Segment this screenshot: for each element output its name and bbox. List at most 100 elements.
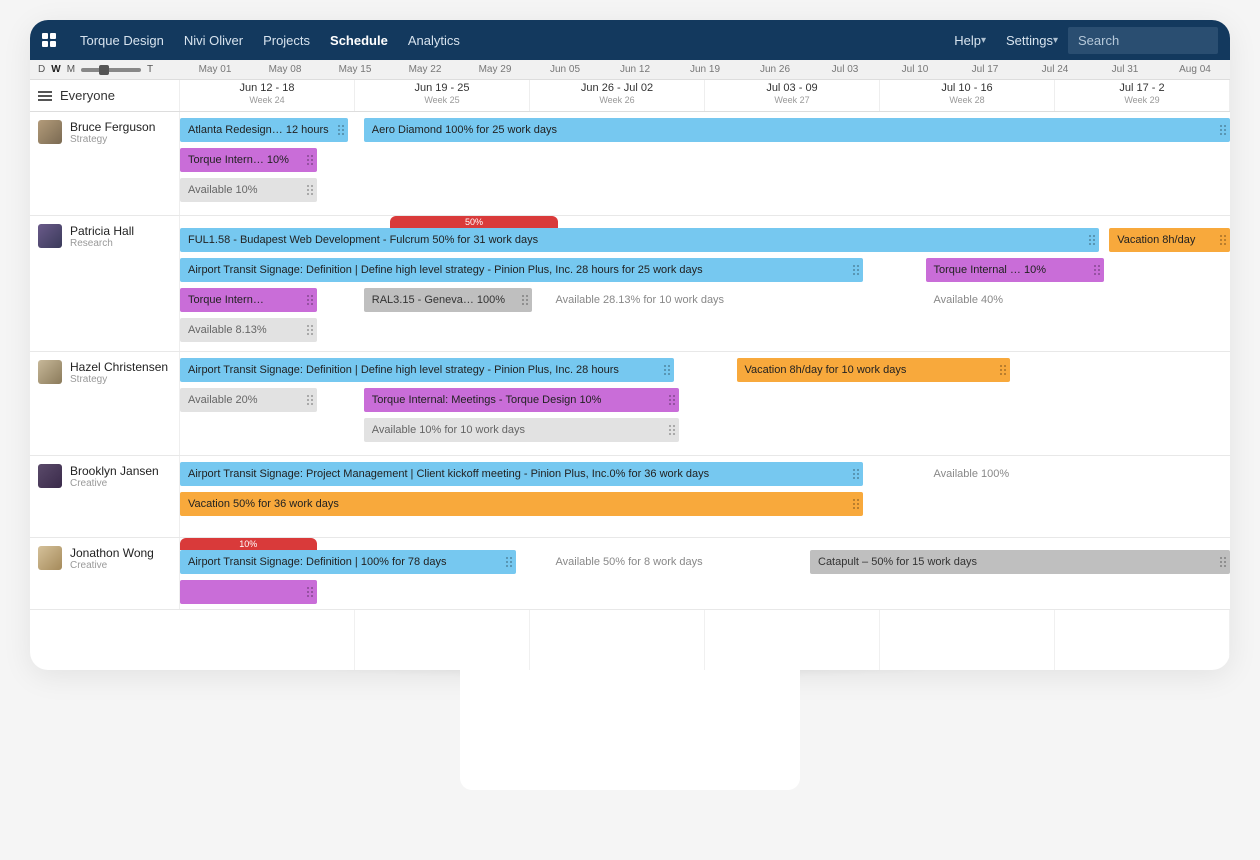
top-nav: Torque Design Nivi Oliver Projects Sched…	[30, 20, 1230, 60]
view-month[interactable]: M	[67, 64, 75, 75]
nav-settings[interactable]: Settings	[996, 20, 1068, 60]
schedule-bar[interactable]	[180, 580, 317, 604]
zoom-handle[interactable]	[99, 65, 109, 75]
month-tick: May 08	[250, 64, 320, 75]
schedule-bar[interactable]: Available 10% for 10 work days	[364, 418, 679, 442]
person-row: Brooklyn JansenCreativeAirport Transit S…	[30, 456, 1230, 538]
schedule-bar[interactable]: Atlanta Redesign… 12 hours	[180, 118, 348, 142]
schedule-bar[interactable]: Vacation 8h/day	[1109, 228, 1230, 252]
person-sidebar[interactable]: Jonathon WongCreative	[30, 538, 180, 609]
drag-grip-icon[interactable]	[307, 155, 313, 165]
person-name: Brooklyn Jansen	[70, 464, 159, 478]
schedule-bar[interactable]: Vacation 50% for 36 work days	[180, 492, 863, 516]
week-cell[interactable]: Jun 12 - 18Week 24	[180, 80, 355, 111]
filter-label: Everyone	[60, 88, 115, 103]
drag-grip-icon[interactable]	[307, 325, 313, 335]
drag-grip-icon[interactable]	[307, 587, 313, 597]
search-input[interactable]	[1068, 27, 1218, 54]
month-tick: Jul 17	[950, 64, 1020, 75]
nav-user[interactable]: Nivi Oliver	[174, 20, 253, 60]
timeline-month-strip: D W M T May 01May 08May 15May 22May 29Ju…	[30, 60, 1230, 80]
drag-grip-icon[interactable]	[307, 295, 313, 305]
schedule-bar[interactable]: Catapult – 50% for 15 work days	[810, 550, 1230, 574]
schedule-bar[interactable]: Available 28.13% for 10 work days	[548, 288, 863, 312]
person-sidebar[interactable]: Brooklyn JansenCreative	[30, 456, 180, 537]
schedule-bar[interactable]: Available 8.13%	[180, 318, 317, 342]
person-name: Bruce Ferguson	[70, 120, 155, 134]
week-cell[interactable]: Jul 17 - 2Week 29	[1055, 80, 1230, 111]
view-today[interactable]: T	[147, 64, 153, 75]
schedule-bar[interactable]: Torque Intern…	[180, 288, 317, 312]
drag-grip-icon[interactable]	[664, 365, 670, 375]
nav-analytics[interactable]: Analytics	[398, 20, 470, 60]
month-tick: Jul 03	[810, 64, 880, 75]
schedule-bar[interactable]: Torque Intern… 10%	[180, 148, 317, 172]
lane-area: Airport Transit Signage: Project Managem…	[180, 456, 1230, 537]
schedule-bar[interactable]	[548, 580, 779, 604]
schedule-bar[interactable]: Available 50% for 8 work days	[548, 550, 779, 574]
month-tick: Jun 19	[670, 64, 740, 75]
drag-grip-icon[interactable]	[1220, 125, 1226, 135]
week-cell[interactable]: Jun 19 - 25Week 25	[355, 80, 530, 111]
schedule-bar[interactable]: Available 100%	[926, 462, 1105, 486]
schedule-bar[interactable]: Airport Transit Signage: Definition | De…	[180, 258, 863, 282]
person-name: Hazel Christensen	[70, 360, 168, 374]
nav-help[interactable]: Help	[944, 20, 996, 60]
drag-grip-icon[interactable]	[853, 499, 859, 509]
overallocation-pill[interactable]: 50%	[390, 216, 558, 228]
drag-grip-icon[interactable]	[1089, 235, 1095, 245]
drag-grip-icon[interactable]	[307, 185, 313, 195]
week-cell[interactable]: Jun 26 - Jul 02Week 26	[530, 80, 705, 111]
month-tick: Jun 26	[740, 64, 810, 75]
nav-schedule[interactable]: Schedule	[320, 20, 398, 60]
avatar	[38, 546, 62, 570]
sidebar-filter[interactable]: Everyone	[30, 80, 180, 111]
lane-area: Airport Transit Signage: Definition | De…	[180, 352, 1230, 455]
hamburger-icon[interactable]	[38, 91, 52, 101]
person-row: Bruce FergusonStrategyAtlanta Redesign… …	[30, 112, 1230, 216]
schedule-bar[interactable]: FUL1.58 - Budapest Web Development - Ful…	[180, 228, 1099, 252]
schedule-bar[interactable]: Airport Transit Signage: Definition | De…	[180, 358, 674, 382]
schedule-bar[interactable]: Vacation 8h/day for 10 work days	[737, 358, 1010, 382]
schedule-bar[interactable]: Torque Internal … 10%	[926, 258, 1105, 282]
drag-grip-icon[interactable]	[853, 469, 859, 479]
schedule-bar[interactable]: Available 40%	[926, 288, 1105, 312]
schedule-bar[interactable]: Available 20%	[180, 388, 317, 412]
nav-projects[interactable]: Projects	[253, 20, 320, 60]
drag-grip-icon[interactable]	[1220, 557, 1226, 567]
zoom-slider[interactable]	[81, 68, 141, 72]
person-sidebar[interactable]: Bruce FergusonStrategy	[30, 112, 180, 215]
person-name: Patricia Hall	[70, 224, 134, 238]
drag-grip-icon[interactable]	[853, 265, 859, 275]
lane-area: 50%FUL1.58 - Budapest Web Development - …	[180, 216, 1230, 351]
schedule-bar[interactable]: Aero Diamond 100% for 25 work days	[364, 118, 1230, 142]
week-cell[interactable]: Jul 03 - 09Week 27	[705, 80, 880, 111]
monitor-frame: Torque Design Nivi Oliver Projects Sched…	[30, 20, 1230, 670]
schedule-bar[interactable]: Torque Internal: Meetings - Torque Desig…	[364, 388, 679, 412]
month-ticks: May 01May 08May 15May 22May 29Jun 05Jun …	[180, 64, 1230, 75]
person-role: Creative	[70, 478, 159, 489]
schedule-bar[interactable]: RAL3.15 - Geneva… 100%	[364, 288, 532, 312]
drag-grip-icon[interactable]	[522, 295, 528, 305]
drag-grip-icon[interactable]	[338, 125, 344, 135]
drag-grip-icon[interactable]	[307, 395, 313, 405]
overallocation-pill[interactable]: 10%	[180, 538, 317, 550]
person-row: Jonathon WongCreative10%Airport Transit …	[30, 538, 1230, 610]
drag-grip-icon[interactable]	[1000, 365, 1006, 375]
view-week[interactable]: W	[51, 64, 60, 75]
drag-grip-icon[interactable]	[669, 425, 675, 435]
person-sidebar[interactable]: Hazel ChristensenStrategy	[30, 352, 180, 455]
drag-grip-icon[interactable]	[506, 557, 512, 567]
drag-grip-icon[interactable]	[1220, 235, 1226, 245]
schedule-bar[interactable]: Available 10%	[180, 178, 317, 202]
avatar	[38, 120, 62, 144]
app-screen: Torque Design Nivi Oliver Projects Sched…	[30, 20, 1230, 670]
drag-grip-icon[interactable]	[1094, 265, 1100, 275]
nav-brand[interactable]: Torque Design	[70, 20, 174, 60]
week-cell[interactable]: Jul 10 - 16Week 28	[880, 80, 1055, 111]
schedule-bar[interactable]: Airport Transit Signage: Definition | 10…	[180, 550, 516, 574]
person-sidebar[interactable]: Patricia HallResearch	[30, 216, 180, 351]
view-day[interactable]: D	[38, 64, 45, 75]
schedule-bar[interactable]: Airport Transit Signage: Project Managem…	[180, 462, 863, 486]
drag-grip-icon[interactable]	[669, 395, 675, 405]
